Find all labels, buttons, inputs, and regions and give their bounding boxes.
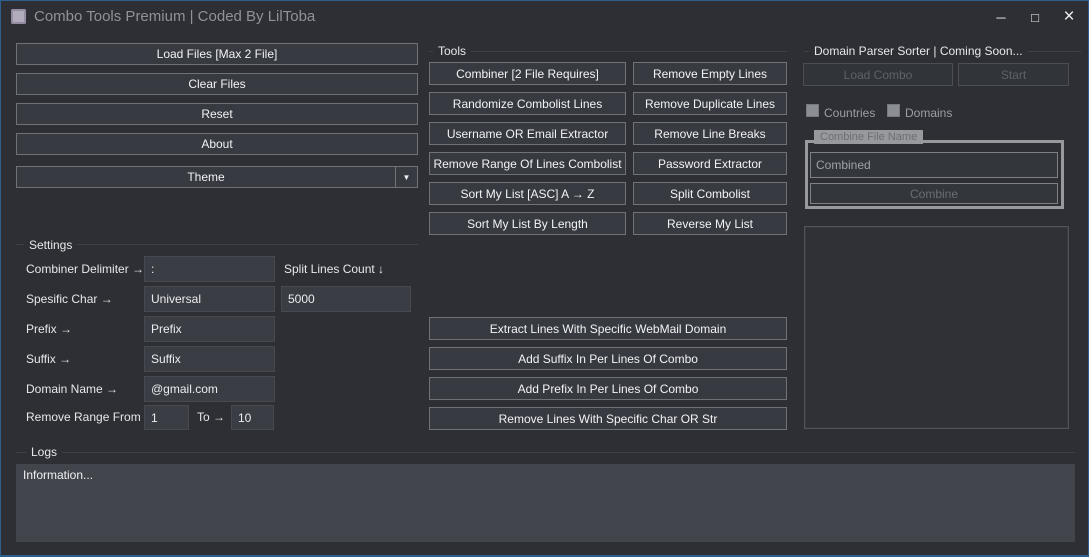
split-lines-count-label: Split Lines Count ↓: [284, 262, 384, 276]
window-title: Combo Tools Premium | Coded By LilToba: [34, 8, 315, 25]
prefix-input[interactable]: [144, 316, 275, 342]
domains-checkbox[interactable]: [887, 104, 900, 117]
tools-group-title: Tools: [433, 44, 471, 58]
split-combolist-button[interactable]: Split Combolist: [633, 182, 787, 205]
suffix-input[interactable]: [144, 346, 275, 372]
remove-lines-char-button[interactable]: Remove Lines With Specific Char OR Str: [429, 407, 787, 430]
domains-checkbox-label: Domains: [905, 106, 952, 120]
domain-name-input[interactable]: [144, 376, 275, 402]
countries-checkbox-label: Countries: [824, 106, 875, 120]
remove-duplicate-lines-button[interactable]: Remove Duplicate Lines: [633, 92, 787, 115]
start-button[interactable]: Start: [958, 63, 1069, 86]
title-bar[interactable]: Combo Tools Premium | Coded By LilToba ─…: [1, 1, 1088, 33]
combiner-button[interactable]: Combiner [2 File Requires]: [429, 62, 626, 85]
logs-group-title: Logs: [26, 445, 62, 459]
split-lines-count-input[interactable]: [281, 286, 411, 312]
remove-range-to-label: To →: [197, 410, 225, 424]
load-combo-button[interactable]: Load Combo: [803, 63, 953, 86]
spesific-char-input[interactable]: [144, 286, 275, 312]
sort-by-length-button[interactable]: Sort My List By Length: [429, 212, 626, 235]
domain-name-label: Domain Name →: [26, 382, 118, 396]
remove-range-lines-button[interactable]: Remove Range Of Lines Combolist: [429, 152, 626, 175]
remove-range-from-label: Remove Range From :: [26, 410, 147, 424]
combine-group-title: Combine File Name: [814, 130, 923, 144]
window-controls: ─ □ ×: [984, 1, 1086, 33]
theme-select[interactable]: Theme ▼: [16, 166, 418, 188]
combined-filename-input[interactable]: [810, 152, 1058, 178]
add-suffix-button[interactable]: Add Suffix In Per Lines Of Combo: [429, 347, 787, 370]
remove-range-from-input[interactable]: [144, 405, 189, 430]
add-prefix-button[interactable]: Add Prefix In Per Lines Of Combo: [429, 377, 787, 400]
combiner-delimiter-label: Combiner Delimiter →: [26, 262, 144, 276]
tools-group-border: [429, 51, 787, 52]
countries-checkbox[interactable]: [806, 104, 819, 117]
chevron-down-icon[interactable]: ▼: [395, 167, 417, 187]
suffix-label: Suffix →: [26, 352, 71, 366]
theme-select-label: Theme: [17, 167, 395, 187]
logs-group-border: [16, 452, 1075, 453]
password-extractor-button[interactable]: Password Extractor: [633, 152, 787, 175]
remove-empty-lines-button[interactable]: Remove Empty Lines: [633, 62, 787, 85]
app-icon: [11, 9, 26, 24]
settings-group-title: Settings: [24, 238, 77, 252]
logs-textarea[interactable]: Information...: [16, 464, 1075, 542]
domain-parser-title: Domain Parser Sorter | Coming Soon...: [809, 44, 1028, 58]
username-email-extractor-button[interactable]: Username OR Email Extractor: [429, 122, 626, 145]
app-window: Combo Tools Premium | Coded By LilToba ─…: [0, 0, 1089, 557]
prefix-label: Prefix →: [26, 322, 72, 336]
load-files-button[interactable]: Load Files [Max 2 File]: [16, 43, 418, 65]
randomize-combolist-button[interactable]: Randomize Combolist Lines: [429, 92, 626, 115]
close-icon[interactable]: ×: [1052, 1, 1086, 33]
combiner-delimiter-input[interactable]: [144, 256, 275, 282]
minimize-icon[interactable]: ─: [984, 1, 1018, 33]
combine-button[interactable]: Combine: [810, 183, 1058, 204]
domain-results-listbox[interactable]: [804, 226, 1069, 429]
sort-asc-button[interactable]: Sort My List [ASC] A → Z: [429, 182, 626, 205]
extract-webmail-domain-button[interactable]: Extract Lines With Specific WebMail Doma…: [429, 317, 787, 340]
reverse-list-button[interactable]: Reverse My List: [633, 212, 787, 235]
remove-range-to-input[interactable]: [231, 405, 274, 430]
about-button[interactable]: About: [16, 133, 418, 155]
spesific-char-label: Spesific Char →: [26, 292, 113, 306]
reset-button[interactable]: Reset: [16, 103, 418, 125]
clear-files-button[interactable]: Clear Files: [16, 73, 418, 95]
maximize-icon[interactable]: □: [1018, 1, 1052, 33]
remove-line-breaks-button[interactable]: Remove Line Breaks: [633, 122, 787, 145]
